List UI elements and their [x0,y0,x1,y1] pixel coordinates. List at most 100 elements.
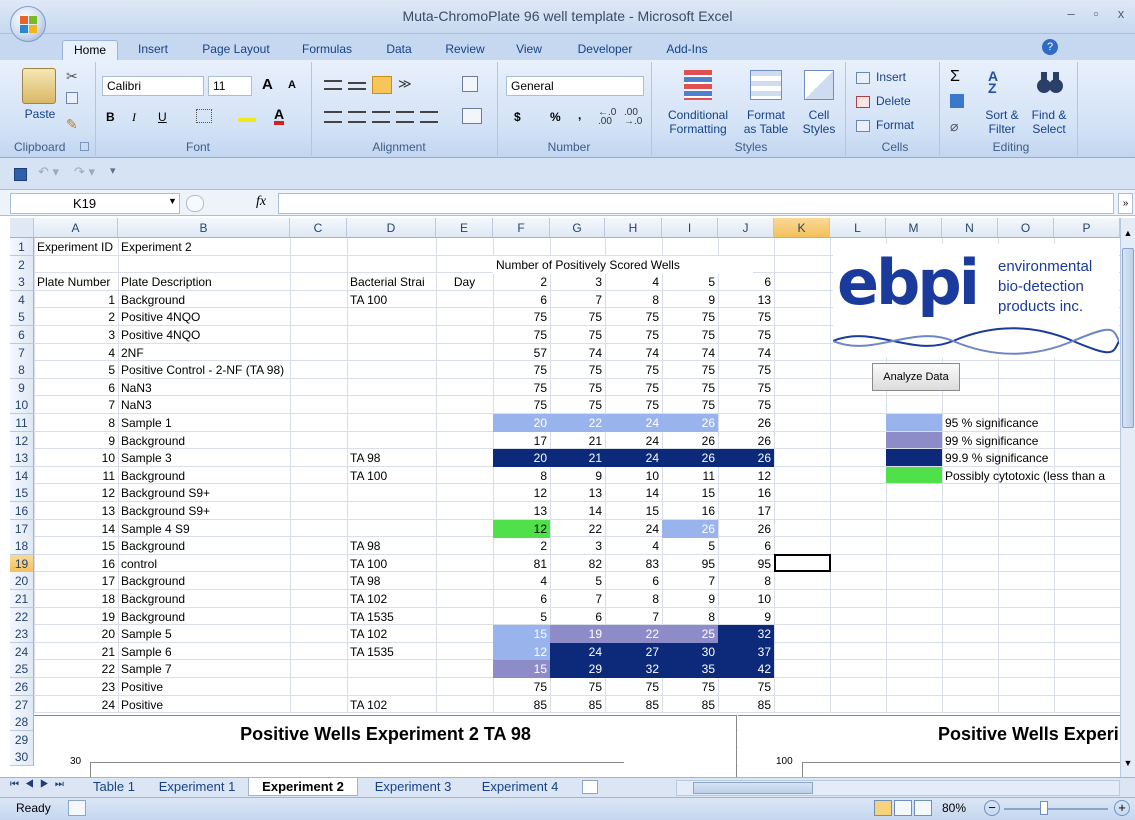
vertical-scroll-thumb[interactable] [1122,248,1134,428]
tab-view[interactable]: View [506,40,552,60]
insert-cells-icon[interactable] [856,72,870,84]
cell-styles-icon[interactable] [804,70,834,100]
tab-formulas[interactable]: Formulas [294,40,360,60]
expand-formula-bar-icon[interactable]: » [1118,193,1133,214]
fill-color-icon[interactable] [238,108,256,122]
increase-decimal-icon[interactable]: ←.0.00 [598,108,616,127]
sort-filter-button[interactable]: Sort & [982,108,1022,122]
font-name-box[interactable]: Calibri [102,76,204,96]
tab-review[interactable]: Review [436,40,494,60]
chart-2-y-tick: 100 [776,756,793,767]
cell-styles-button[interactable]: Cell [796,108,842,122]
format-painter-icon[interactable]: ✎ [66,116,78,133]
number-label: Number [547,140,591,154]
sheet-tab-experiment-2[interactable]: Experiment 2 [248,778,358,796]
tab-page-layout[interactable]: Page Layout [192,40,280,60]
borders-icon[interactable] [196,109,212,123]
delete-cells-button[interactable]: Delete [876,94,911,108]
logo-line-1: environmental [998,258,1093,275]
name-box-dropdown-icon[interactable]: ▼ [168,196,177,206]
zoom-slider[interactable] [1004,808,1108,810]
paste-icon[interactable] [22,68,56,104]
help-icon[interactable]: ? [1042,39,1058,55]
analyze-data-button[interactable]: Analyze Data [872,363,960,391]
horizontal-scroll-thumb[interactable] [693,782,813,794]
horizontal-align-icons[interactable] [324,108,454,126]
format-as-table-label2: as Table [743,122,789,136]
bold-button[interactable]: B [106,110,115,124]
undo-icon[interactable]: ↶ ▾ [38,164,59,180]
binoculars-icon[interactable] [1036,70,1064,96]
customize-qat-icon[interactable]: ▾ [110,164,116,177]
restore-button[interactable]: ▫ [1085,6,1107,21]
merge-center-icon[interactable] [462,108,482,124]
office-logo-icon [20,16,37,33]
logo-line-3: products inc. [998,298,1084,315]
percent-button[interactable]: % [550,110,561,124]
decrease-decimal-icon[interactable]: .00 →.0 [624,108,642,127]
save-icon[interactable] [14,168,27,181]
formula-input[interactable] [278,193,1114,214]
format-cells-button[interactable]: Format [876,118,914,132]
zoom-level[interactable]: 80% [942,801,966,815]
vertical-align-icons[interactable]: ≫ [324,76,450,96]
redo-icon[interactable]: ↷ ▾ [74,164,95,180]
format-as-table-icon[interactable] [750,70,782,100]
font-label: Font [185,140,210,154]
zoom-out-icon[interactable]: − [984,800,1000,816]
format-as-table-button[interactable]: Format [738,108,794,122]
tab-home[interactable]: Home [62,40,118,60]
sort-filter-icon[interactable]: AZ [988,69,998,95]
page-break-view-icon [914,800,932,816]
conditional-formatting-icon[interactable] [684,70,712,100]
sheet-tab-experiment-4[interactable]: Experiment 4 [468,778,572,796]
insert-function-button[interactable]: fx [256,194,266,210]
tab-data[interactable]: Data [376,40,422,60]
office-button[interactable] [10,6,46,42]
sheet-tab-experiment-1[interactable]: Experiment 1 [148,778,246,796]
view-buttons[interactable] [874,800,934,816]
currency-button[interactable]: $ [514,110,521,124]
font-color-icon[interactable]: A [274,106,285,125]
insert-cells-button[interactable]: Insert [876,70,906,84]
find-select-button[interactable]: Find & [1026,108,1072,122]
clear-icon[interactable]: ⌀ [950,118,958,135]
close-button[interactable]: x [1110,6,1132,21]
scroll-down-icon[interactable]: ▼ [1122,758,1134,774]
copy-icon[interactable] [66,92,78,104]
chart-area-2[interactable]: Positive Wells Experi 100 [738,715,1120,777]
zoom-slider-thumb[interactable] [1040,801,1048,815]
format-cells-icon[interactable] [856,120,870,132]
tab-insert[interactable]: Insert [128,40,178,60]
macro-record-icon[interactable] [68,800,86,816]
cut-icon[interactable]: ✂ [66,68,78,85]
sheet-tab-table-1[interactable]: Table 1 [82,778,146,796]
tab-add-ins[interactable]: Add-Ins [656,40,718,60]
fill-icon[interactable] [950,94,964,108]
zoom-in-icon[interactable]: + [1114,800,1130,816]
number-format-box[interactable]: General [506,76,644,96]
minimize-button[interactable]: – [1060,6,1082,21]
conditional-formatting-button[interactable]: Conditional [660,108,736,122]
sheet-nav-icons[interactable]: ⏮◀▶⏭ [10,779,70,790]
underline-button[interactable]: U [158,110,167,124]
italic-button[interactable]: I [132,110,136,125]
find-select-label2: Select [1032,122,1066,136]
chart-area-1[interactable]: Positive Wells Experiment 2 TA 98 30 [34,715,737,778]
grow-font-button[interactable]: A [262,76,273,93]
scroll-up-icon[interactable]: ▲ [1122,228,1134,246]
delete-cells-icon[interactable] [856,96,870,108]
autosum-button[interactable]: Σ [950,68,960,86]
horizontal-scrollbar[interactable] [676,780,1120,796]
tab-developer[interactable]: Developer [568,40,642,60]
comma-button[interactable]: , [578,108,581,122]
wrap-text-icon[interactable] [462,76,478,92]
vertical-scrollbar[interactable]: ▲ ▼ [1120,218,1135,777]
font-size-box[interactable]: 11 [208,76,252,96]
paste-button[interactable]: Paste [18,107,62,121]
insert-sheet-icon[interactable] [582,780,598,794]
name-box[interactable]: K19 [10,193,180,214]
dialog-launcher-icon[interactable] [80,142,89,151]
shrink-font-button[interactable]: A [288,79,296,91]
sheet-tab-experiment-3[interactable]: Experiment 3 [360,778,466,796]
